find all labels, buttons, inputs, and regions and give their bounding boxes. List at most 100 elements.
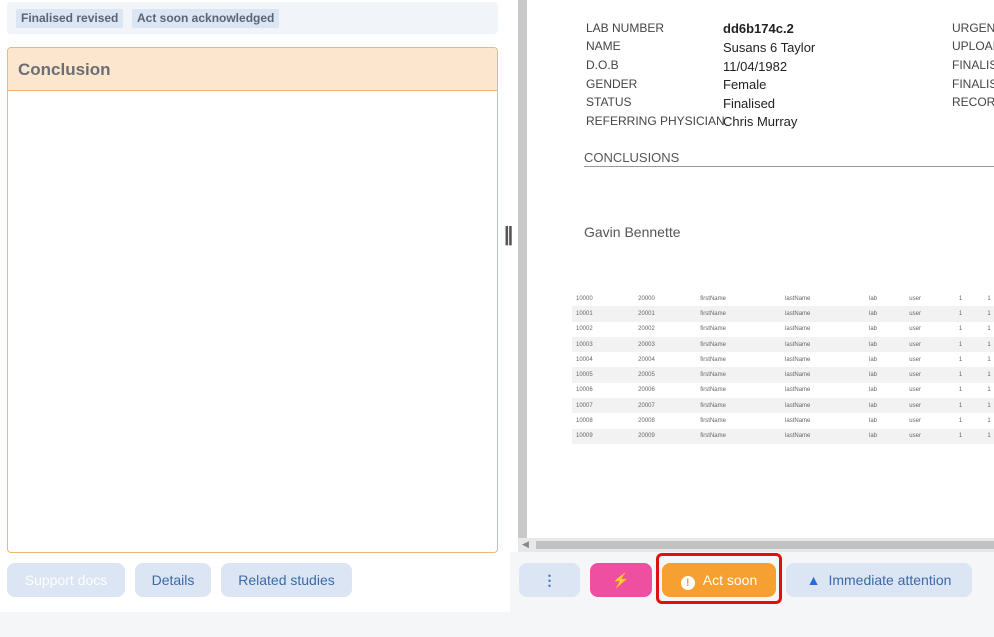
table-cell: 1 [987,295,991,302]
lightning-button[interactable]: ⚡ [590,563,652,597]
report-page: LAB NUMBER NAME D.O.B GENDER STATUS REFE… [527,0,994,538]
table-row: 10004 20004 firstName lastName lab user 1 1 [572,352,994,367]
table-cell: lab [868,295,877,302]
table-row: 10007 20007 firstName lastName lab user 1 1 [572,398,994,414]
table-cell: lastName [785,418,811,425]
table-cell: 10008 [576,418,593,425]
table-cell: 1 [954,306,984,322]
table-cell: lab [868,418,877,425]
status-value: Finalised [723,96,776,111]
related-studies-button[interactable]: Related studies [221,563,352,597]
table-cell: 1 [983,336,994,353]
immediate-attention-button[interactable]: ▲ Immediate attention [786,563,972,597]
referring-physician-value: Chris Murray [723,114,798,129]
table-cell: lastName [781,428,865,444]
table-cell: user [905,306,955,322]
table-cell: lab [864,428,906,444]
details-button[interactable]: Details [135,563,211,597]
table-cell: 10000 [576,295,593,302]
table-row: 10006 20006 firstName lastName lab user 1 1 [572,383,994,398]
table-cell: 1 [983,367,994,383]
support-docs-button[interactable]: Support docs [7,563,125,597]
table-cell: lab [868,387,877,394]
scroll-left-arrow-icon[interactable]: ◀ [522,539,529,550]
table-cell: 10002 [576,326,593,333]
table-cell: 1 [987,326,991,333]
resize-handle-icon[interactable]: || [504,224,513,247]
lab-number-value: dd6b174c.2 [723,21,794,36]
tag-finalised-revised: Finalised revised [16,9,124,28]
table-cell: 1 [954,398,984,414]
table-cell: 20002 [638,326,655,333]
table-cell: 20001 [634,306,697,322]
report-data-table: 10000 20000 firstName lastName lab user 1 1 1000… [572,291,994,444]
table-cell: lastName [781,398,865,414]
table-cell: lastName [785,387,811,394]
dob-value: 11/04/1982 [723,59,788,74]
table-cell: 10001 [572,306,635,322]
status-label: STATUS [586,95,632,109]
more-options-button[interactable]: ⋮ [519,563,580,597]
table-cell: user [905,336,955,353]
table-cell: lab [864,306,906,322]
table-cell: firstName [696,428,782,444]
table-cell: firstName [700,326,726,333]
table-cell: lastName [785,295,811,302]
table-cell: 20007 [634,398,697,414]
table-row: 10009 20009 firstName lastName lab user 1 1 [572,428,994,444]
table-cell: user [909,295,921,302]
table-cell: 20003 [634,336,697,353]
recorded-label: RECOR [952,95,994,109]
immediate-attention-label: Immediate attention [828,572,952,588]
table-cell: firstName [696,336,782,353]
urgency-label: URGEN [952,21,994,35]
table-cell: 1 [958,326,963,333]
table-cell: 10006 [576,387,593,394]
finalised-label-1: FINALIS [952,58,994,72]
table-cell: 10005 [572,367,635,383]
table-cell: 1 [983,398,994,414]
name-label: NAME [586,39,621,53]
table-cell: lastName [781,306,865,322]
table-cell: 1 [958,356,963,363]
table-cell: lastName [781,336,865,353]
vertical-ellipsis-icon: ⋮ [542,572,557,588]
table-cell: firstName [696,398,782,414]
table-cell: firstName [700,387,726,394]
table-cell: firstName [696,367,782,383]
table-cell: 1 [954,367,984,383]
table-row: 10005 20005 firstName lastName lab user 1 1 [572,367,994,383]
table-cell: 1 [987,387,991,394]
uploaded-label: UPLOAI [952,39,994,53]
table-cell: 20006 [638,387,655,394]
table-cell: 1 [983,428,994,444]
table-cell: firstName [700,295,726,302]
table-row: 10000 20000 firstName lastName lab user 1 1 [572,291,994,306]
conclusion-text-area[interactable] [8,91,497,551]
app-root: Finalised revised Act soon acknowledged … [0,0,994,637]
gender-label: GENDER [586,77,638,91]
table-cell: 20004 [638,356,655,363]
table-cell: 1 [958,387,963,394]
table-cell: lab [864,367,906,383]
table-cell: 1 [958,295,963,302]
table-cell: user [905,398,955,414]
table-cell: 10004 [576,356,593,363]
table-cell: 1 [987,418,991,425]
act-soon-highlight [656,553,782,604]
table-row: 10003 20003 firstName lastName lab user 1 1 [572,336,994,353]
scroll-thumb[interactable] [536,541,994,549]
status-tag-bar: Finalised revised Act soon acknowledged [7,2,498,34]
table-cell: firstName [700,418,726,425]
table-cell: 10007 [572,398,635,414]
table-cell: lastName [785,356,811,363]
split-divider[interactable] [510,0,518,552]
dob-label: D.O.B [586,58,619,72]
tag-act-soon-acknowledged: Act soon acknowledged [132,9,280,28]
bottom-strip [0,612,994,637]
horizontal-scrollbar[interactable]: ◀ [518,538,994,552]
table-cell: lastName [781,367,865,383]
table-cell: 20000 [638,295,655,302]
table-row: 10002 20002 firstName lastName lab user 1 1 [572,322,994,337]
table-cell: lab [868,356,877,363]
